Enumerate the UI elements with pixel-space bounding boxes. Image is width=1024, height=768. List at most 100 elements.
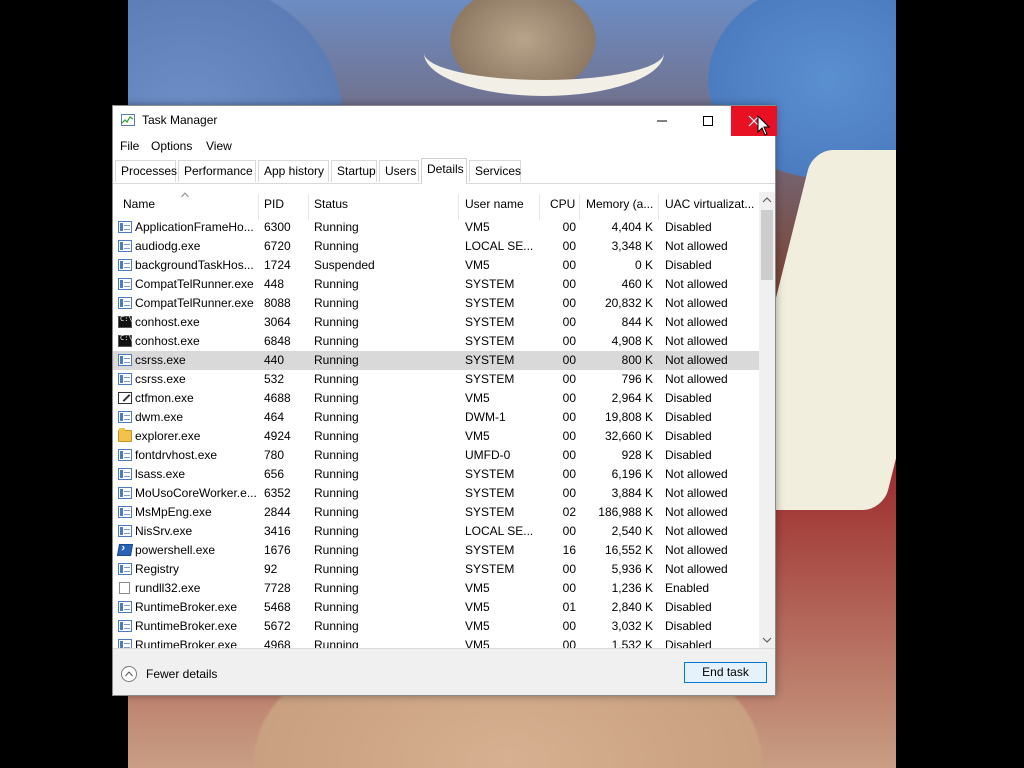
process-pid: 656 [264, 467, 285, 481]
process-user: SYSTEM [465, 543, 515, 557]
column-pid[interactable]: PID [264, 197, 284, 211]
process-user: LOCAL SE... [465, 239, 534, 253]
column-user-name[interactable]: User name [465, 197, 524, 211]
process-pid: 7728 [264, 581, 291, 595]
column-divider[interactable] [658, 194, 659, 220]
process-app-icon [118, 525, 132, 537]
process-name: ctfmon.exe [135, 391, 194, 405]
table-row[interactable]: RuntimeBroker.exe 5468 Running VM5 01 2,840 K… [113, 598, 759, 617]
column-divider[interactable] [308, 194, 309, 220]
table-row[interactable]: conhost.exe 6848 Running SYSTEM 00 4,908 K Not… [113, 332, 759, 351]
table-row[interactable]: csrss.exe 532 Running SYSTEM 00 796 K Not allo… [113, 370, 759, 389]
tab-processes[interactable]: Processes [115, 160, 177, 182]
process-user: VM5 [465, 619, 490, 633]
process-app-icon [118, 411, 132, 423]
menu-file[interactable]: File [120, 139, 139, 153]
vertical-scrollbar[interactable] [759, 192, 775, 648]
process-status: Running [314, 486, 359, 500]
table-row[interactable]: NisSrv.exe 3416 Running LOCAL SE... 00 2,540 … [113, 522, 759, 541]
process-name: Registry [135, 562, 180, 576]
process-pid: 780 [264, 448, 285, 462]
column-divider[interactable] [539, 194, 540, 220]
tab-details[interactable]: Details [421, 158, 467, 184]
scroll-up-arrow-icon[interactable] [759, 192, 775, 208]
process-name: CompatTelRunner.exe [135, 296, 254, 310]
tab-services[interactable]: Services [469, 160, 521, 182]
process-name: audiodg.exe [135, 239, 201, 253]
process-app-icon [118, 506, 132, 518]
menu-view[interactable]: View [206, 139, 232, 153]
process-status: Running [314, 505, 359, 519]
table-row[interactable]: ctfmon.exe 4688 Running VM5 00 2,964 K Disable… [113, 389, 759, 408]
maximize-button[interactable] [685, 106, 731, 136]
process-uac: Not allowed [665, 296, 728, 310]
process-uac: Disabled [665, 391, 712, 405]
process-app-icon [118, 449, 132, 461]
table-row[interactable]: lsass.exe 656 Running SYSTEM 00 6,196 K Not al… [113, 465, 759, 484]
table-row[interactable]: fontdrvhost.exe 780 Running UMFD-0 00 928 K Di… [113, 446, 759, 465]
fewer-details-link[interactable]: Fewer details [146, 667, 217, 681]
table-row[interactable]: ApplicationFrameHo... 6300 Running VM5 00 4,4… [113, 218, 759, 237]
table-row[interactable]: CompatTelRunner.exe 448 Running SYSTEM 00 460… [113, 275, 759, 294]
process-memory: 2,540 K [611, 524, 653, 538]
table-row[interactable]: dwm.exe 464 Running DWM-1 00 19,808 K Disabled [113, 408, 759, 427]
column-name[interactable]: Name [123, 197, 155, 211]
process-app-icon [118, 297, 132, 309]
table-row[interactable]: MsMpEng.exe 2844 Running SYSTEM 02 186,988 K N… [113, 503, 759, 522]
process-cpu: 16 [562, 543, 576, 557]
column-divider[interactable] [458, 194, 459, 220]
process-status: Running [314, 448, 359, 462]
table-row[interactable]: conhost.exe 3064 Running SYSTEM 00 844 K Not a… [113, 313, 759, 332]
process-cpu: 00 [562, 372, 576, 386]
minimize-button[interactable] [639, 106, 685, 136]
process-status: Running [314, 277, 359, 291]
process-status: Running [314, 524, 359, 538]
table-row[interactable]: Registry 92 Running SYSTEM 00 5,936 K Not allo… [113, 560, 759, 579]
table-row[interactable]: csrss.exe 440 Running SYSTEM 00 800 K Not allo… [113, 351, 759, 370]
process-memory: 460 K [621, 277, 653, 291]
process-cpu: 00 [562, 581, 576, 595]
column-uac-virtualization[interactable]: UAC virtualizat... [665, 197, 754, 211]
tab-users[interactable]: Users [379, 160, 419, 182]
tab-startup[interactable]: Startup [331, 160, 377, 182]
process-memory: 4,404 K [611, 220, 653, 234]
column-cpu[interactable]: CPU [550, 197, 575, 211]
process-app-icon [118, 639, 132, 648]
tab-performance[interactable]: Performance [178, 160, 256, 182]
chevron-up-icon[interactable] [121, 666, 137, 682]
process-uac: Disabled [665, 448, 712, 462]
tab-app-history[interactable]: App history [258, 160, 329, 182]
title-bar[interactable]: Task Manager [113, 106, 777, 136]
end-task-button[interactable]: End task [684, 662, 767, 683]
column-divider[interactable] [579, 194, 580, 220]
process-user: SYSTEM [465, 467, 515, 481]
table-row[interactable]: rundll32.exe 7728 Running VM5 00 1,236 K Enabl… [113, 579, 759, 598]
process-memory: 186,988 K [598, 505, 653, 519]
column-status[interactable]: Status [314, 197, 348, 211]
tab-bar: Processes Performance App history Startu… [113, 158, 775, 184]
table-row[interactable]: explorer.exe 4924 Running VM5 00 32,660 K Disa… [113, 427, 759, 446]
table-row[interactable]: powershell.exe 1676 Running SYSTEM 16 16,552 … [113, 541, 759, 560]
table-row[interactable]: RuntimeBroker.exe 4968 Running VM5 00 1,532 K… [113, 636, 759, 648]
table-row[interactable]: audiodg.exe 6720 Running LOCAL SE... 00 3,348… [113, 237, 759, 256]
process-uac: Not allowed [665, 315, 728, 329]
process-pid: 440 [264, 353, 285, 367]
process-list: ApplicationFrameHo... 6300 Running VM5 00 4,4… [113, 218, 759, 648]
menu-options[interactable]: Options [151, 139, 192, 153]
column-memory[interactable]: Memory (a... [586, 197, 653, 211]
table-row[interactable]: CompatTelRunner.exe 8088 Running SYSTEM 00 20… [113, 294, 759, 313]
column-divider[interactable] [258, 194, 259, 220]
table-row[interactable]: MoUsoCoreWorker.e... 6352 Running SYSTEM 00 3… [113, 484, 759, 503]
table-row[interactable]: RuntimeBroker.exe 5672 Running VM5 00 3,032 K… [113, 617, 759, 636]
minimize-icon [657, 120, 667, 122]
process-status: Running [314, 353, 359, 367]
table-row[interactable]: backgroundTaskHos... 1724 Suspended VM5 00 0 … [113, 256, 759, 275]
process-user: VM5 [465, 258, 490, 272]
process-cpu: 00 [562, 524, 576, 538]
scroll-down-arrow-icon[interactable] [759, 632, 775, 648]
process-user: VM5 [465, 600, 490, 614]
process-memory: 1,532 K [611, 638, 653, 648]
scrollbar-thumb[interactable] [761, 210, 773, 280]
process-app-icon [118, 259, 132, 271]
process-cpu: 00 [562, 334, 576, 348]
